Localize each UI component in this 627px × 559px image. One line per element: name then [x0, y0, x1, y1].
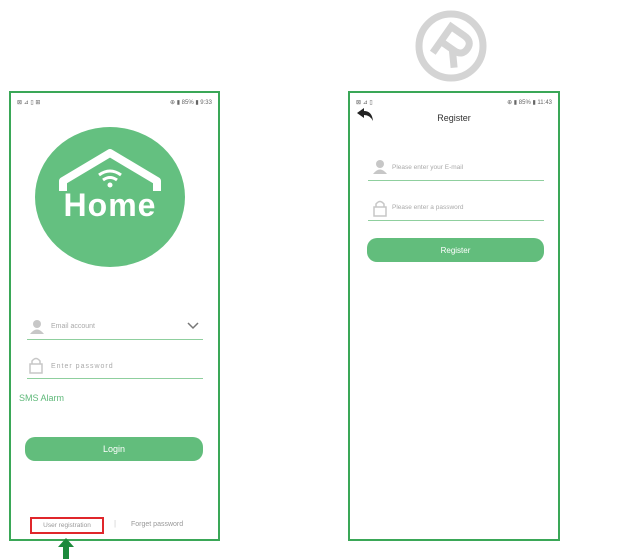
- status-bar: ⊠ ⊿ ▯ ⊞ ⊕ ▮ 85% ▮ 9:33: [17, 97, 212, 107]
- lock-icon: [29, 357, 43, 374]
- forget-password-link[interactable]: Forget password: [131, 521, 183, 528]
- status-right: ⊕ ▮ 85% ▮ 11:43: [507, 99, 552, 106]
- status-right: ⊕ ▮ 85% ▮ 9:33: [170, 99, 212, 106]
- logo-text: Home: [63, 187, 157, 223]
- link-separator: |: [114, 519, 117, 528]
- status-bar: ⊠ ⊿ ▯ ⊕ ▮ 85% ▮ 11:43: [356, 97, 552, 107]
- arrow-up-icon: [58, 538, 74, 559]
- registered-icon: [415, 10, 487, 82]
- password-input[interactable]: Please enter a password: [392, 204, 464, 211]
- login-screen: ⊠ ⊿ ▯ ⊞ ⊕ ▮ 85% ▮ 9:33 Home Email accoun…: [9, 91, 220, 541]
- user-registration-link[interactable]: User registration: [30, 517, 104, 534]
- login-button[interactable]: Login: [25, 437, 203, 461]
- user-icon: [373, 160, 387, 174]
- email-input[interactable]: Email account: [51, 323, 95, 330]
- page-title: Register: [437, 113, 471, 123]
- register-button[interactable]: Register: [367, 238, 544, 262]
- register-screen: ⊠ ⊿ ▯ ⊕ ▮ 85% ▮ 11:43 Register Please en…: [348, 91, 560, 541]
- password-underline: [368, 220, 544, 221]
- sms-alarm-link[interactable]: SMS Alarm: [19, 393, 64, 403]
- user-icon: [30, 320, 44, 334]
- chevron-down-icon[interactable]: [187, 322, 199, 330]
- status-left: ⊠ ⊿ ▯ ⊞: [17, 99, 41, 106]
- password-underline: [27, 378, 203, 379]
- email-underline: [368, 180, 544, 181]
- lock-icon: [373, 200, 387, 217]
- email-input[interactable]: Please enter your E-mail: [392, 164, 463, 171]
- password-input[interactable]: Enter password: [51, 363, 114, 370]
- status-left: ⊠ ⊿ ▯: [356, 99, 373, 106]
- email-underline: [27, 339, 203, 340]
- app-logo: Home: [35, 127, 185, 267]
